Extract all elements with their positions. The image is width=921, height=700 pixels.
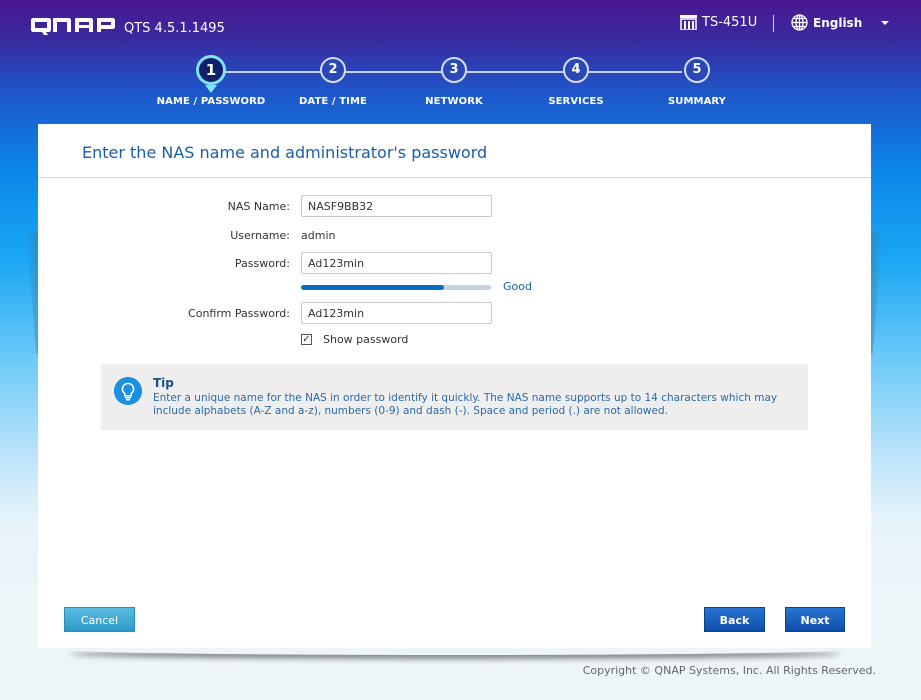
password-label: Password:	[234, 257, 290, 270]
step-label: NETWORK	[425, 96, 483, 107]
tip-title: Tip	[153, 376, 174, 390]
tip-box: Tip Enter a unique name for the NAS in o…	[101, 364, 808, 430]
title-divider	[38, 177, 871, 178]
next-button[interactable]: Next	[785, 607, 845, 632]
step-name-password: 1 NAME / PASSWORD	[151, 55, 271, 107]
step-label: SERVICES	[548, 96, 604, 107]
step-circle: 4	[563, 57, 589, 83]
password-strength-fill	[301, 285, 444, 290]
card-side-shadow	[871, 232, 883, 354]
show-password-label: Show password	[323, 333, 409, 346]
header-divider	[773, 15, 774, 32]
active-step-pin-icon	[205, 85, 217, 93]
copyright-text: Copyright © QNAP Systems, Inc. All Right…	[582, 664, 876, 677]
step-circle: 1	[196, 55, 226, 93]
step-label: SUMMARY	[667, 96, 727, 107]
version-label: QTS 4.5.1.1495	[124, 21, 225, 36]
step-circle: 3	[441, 57, 467, 83]
password-strength-text: Good	[503, 280, 532, 293]
step-circle: 5	[684, 57, 710, 83]
card-side-shadow	[26, 232, 38, 354]
chevron-down-icon	[881, 20, 890, 25]
tip-text: Enter a unique name for the NAS in order…	[153, 392, 778, 417]
wizard-stepper: 1 NAME / PASSWORD 2 DATE / TIME 3 NETWOR…	[0, 55, 921, 113]
password-strength-bar	[301, 285, 491, 290]
confirm-password-input[interactable]	[301, 302, 492, 324]
language-selector[interactable]: English	[791, 14, 890, 31]
nas-device-icon	[680, 15, 697, 30]
confirm-password-label: Confirm Password:	[188, 307, 290, 320]
page-title: Enter the NAS name and administrator's p…	[82, 143, 488, 162]
cancel-button[interactable]: Cancel	[64, 607, 135, 632]
lightbulb-icon	[114, 377, 142, 405]
step-label: NAME / PASSWORD	[156, 96, 266, 107]
step-date-time: 2 DATE / TIME	[273, 57, 393, 107]
step-label: DATE / TIME	[299, 96, 367, 107]
nas-name-label: NAS Name:	[227, 200, 290, 213]
username-label: Username:	[230, 229, 290, 242]
back-button[interactable]: Back	[704, 607, 765, 632]
username-value: admin	[301, 229, 336, 242]
wizard-card: Enter the NAS name and administrator's p…	[38, 124, 871, 648]
show-password-checkbox[interactable]: ✓	[301, 334, 312, 345]
step-summary: 5 SUMMARY	[637, 57, 757, 107]
language-label: English	[813, 15, 863, 30]
globe-icon	[791, 14, 808, 31]
step-services: 4 SERVICES	[516, 57, 636, 107]
device-info: TS-451U	[680, 15, 757, 30]
step-network: 3 NETWORK	[394, 57, 514, 107]
step-circle: 2	[320, 57, 346, 83]
password-input[interactable]	[301, 252, 492, 274]
qnap-logo	[31, 18, 115, 35]
nas-name-input[interactable]	[301, 195, 492, 217]
device-name: TS-451U	[702, 15, 758, 30]
